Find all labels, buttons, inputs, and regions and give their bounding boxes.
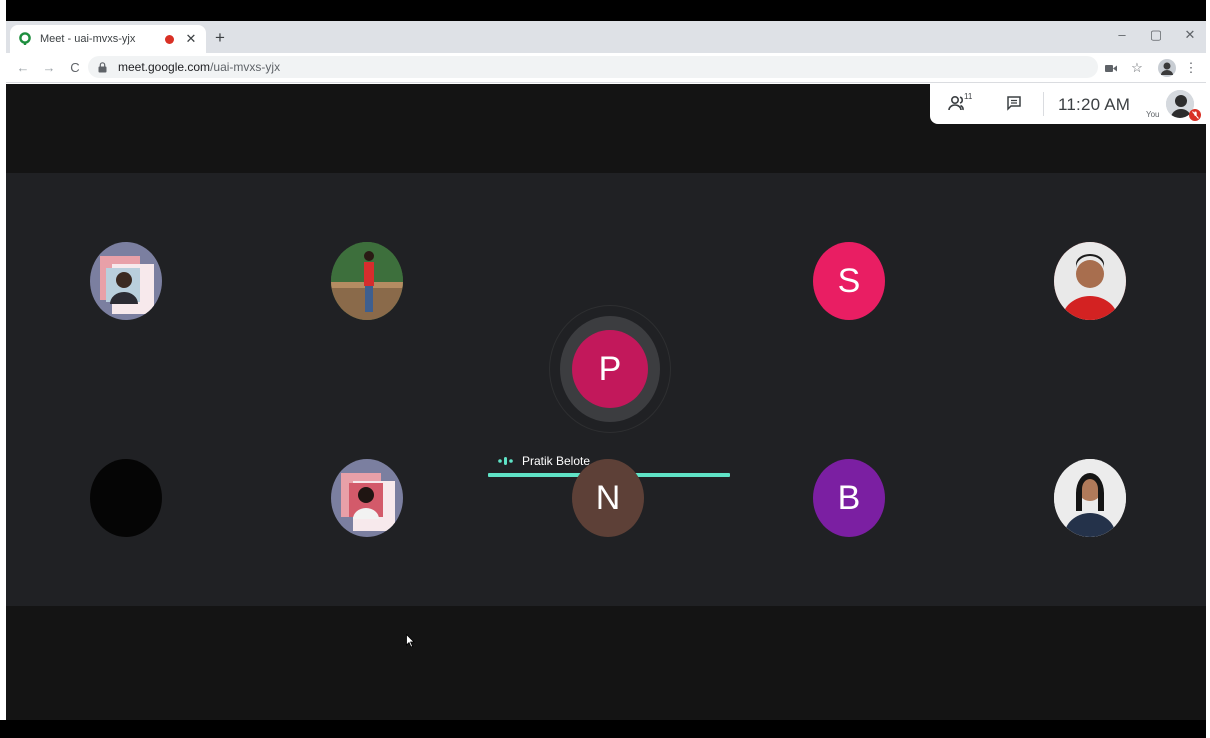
participant-tile-2[interactable]	[331, 242, 403, 320]
profile-avatar[interactable]	[1156, 57, 1178, 79]
participant-grid: P S Pratik Belote N B	[6, 173, 1206, 606]
participant-tile-5[interactable]	[1054, 242, 1126, 320]
participant-photo-1	[100, 256, 154, 314]
participant-tile-10[interactable]	[1054, 459, 1126, 537]
url-host: meet.google.com	[118, 60, 211, 74]
close-window-button[interactable]: ✕	[1180, 27, 1200, 43]
mouse-cursor-icon	[406, 634, 415, 648]
participant-tile-1[interactable]	[90, 242, 162, 320]
minimize-button[interactable]: –	[1112, 27, 1132, 42]
meeting-info-bar: 11 11:20 AM You	[930, 84, 1208, 124]
new-tab-button[interactable]: +	[210, 28, 230, 48]
screen-bezel-bottom	[0, 720, 1210, 738]
participant-tile-7[interactable]	[331, 459, 403, 537]
participant-photo-2	[331, 242, 403, 320]
participant-photo-5	[1054, 242, 1126, 320]
meet-stage: 11 11:20 AM You P S Pratik Belote N B	[6, 84, 1208, 720]
more-icon[interactable]: ⋮	[1184, 57, 1198, 79]
forward-button[interactable]: →	[38, 57, 60, 79]
participant-tile-4[interactable]: S	[813, 242, 885, 320]
maximize-button[interactable]: ▢	[1146, 27, 1166, 43]
address-bar[interactable]: meet.google.com/uai-mvxs-yjx	[88, 56, 1098, 78]
participant-tile-6[interactable]	[90, 459, 162, 537]
mic-off-icon	[1189, 109, 1201, 121]
participant-tile-9[interactable]: B	[813, 459, 885, 537]
self-label: You	[1146, 110, 1160, 119]
info-bar-divider	[1043, 92, 1044, 116]
participant-initial-3: P	[598, 349, 622, 388]
recording-indicator-icon	[165, 34, 174, 44]
close-tab-icon[interactable]: ✕	[184, 31, 198, 47]
star-icon[interactable]: ☆	[1128, 57, 1146, 79]
participant-initial-4: S	[837, 261, 861, 300]
active-speaker-name: Pratik Belote	[522, 454, 591, 468]
meet-favicon-icon	[18, 32, 32, 46]
participant-initial-9: B	[837, 478, 861, 517]
participant-photo-10	[1054, 459, 1126, 537]
screen-edge-right	[1206, 0, 1210, 738]
chat-icon[interactable]	[1006, 95, 1024, 113]
participant-tile-3[interactable]: P	[572, 330, 648, 408]
tab-meet[interactable]: Meet - uai-mvxs-yjx ✕	[10, 25, 206, 53]
speaking-indicator-icon	[498, 457, 513, 465]
participant-tile-8[interactable]: N	[572, 459, 644, 537]
tab-strip: Meet - uai-mvxs-yjx ✕ + – ▢ ✕	[6, 21, 1206, 53]
reload-button[interactable]: C	[64, 57, 86, 79]
url-path: /uai-mvxs-yjx	[210, 60, 281, 74]
tab-title: Meet - uai-mvxs-yjx	[40, 33, 136, 45]
lock-icon	[98, 61, 110, 73]
participant-photo-7	[341, 473, 395, 531]
participant-count: 11	[964, 92, 973, 101]
back-button[interactable]: ←	[12, 57, 34, 79]
active-speaker-label: Pratik Belote	[498, 454, 590, 468]
browser-toolbar: ← → C meet.google.com/uai-mvxs-yjx ☆ ⋮	[6, 53, 1206, 83]
screen-bezel-top	[0, 0, 1210, 21]
participant-initial-8: N	[595, 478, 621, 517]
meeting-time: 11:20 AM	[1058, 95, 1131, 114]
camera-icon[interactable]	[1102, 57, 1120, 79]
